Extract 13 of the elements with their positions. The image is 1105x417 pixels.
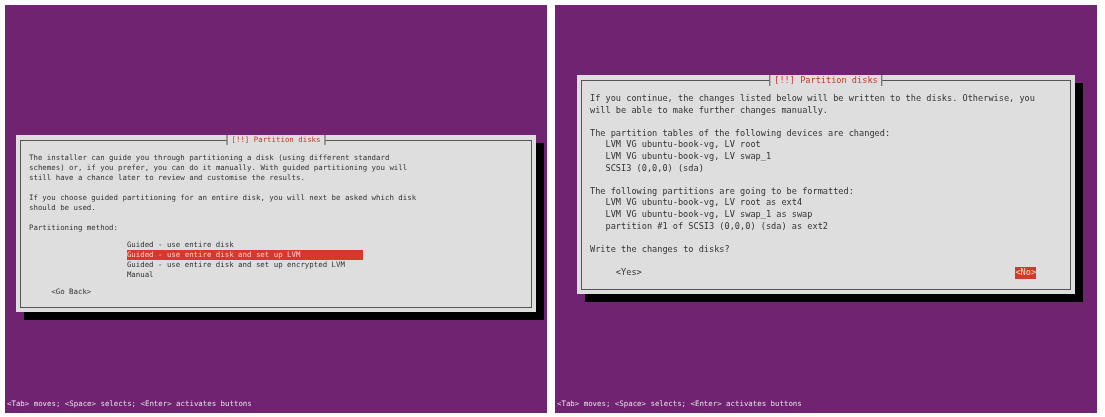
list-item: LVM VG ubuntu-book-vg, LV root [604, 139, 762, 151]
dialog-title: [!!] Partition disks [769, 74, 883, 87]
list-item: LVM VG ubuntu-book-vg, LV swap_1 [604, 151, 773, 163]
dialog-text: The following partitions are going to be formatted: [590, 185, 855, 198]
list-item: partition #1 of SCSI3 (0,0,0) (sda) as ext2 [604, 220, 829, 233]
dialog-button[interactable]: <No> [1015, 266, 1037, 279]
dialog-text: The partition tables of the following devices are changed: [590, 127, 892, 140]
list-item: LVM VG ubuntu-book-vg, LV root as ext4 [604, 197, 804, 209]
list-item: SCSI3 (0,0,0) (sda) [604, 162, 705, 175]
dialog-button[interactable]: <Yes> [615, 266, 642, 279]
dialog-text: If you continue, the changes listed below will be written to the disks. Otherwise, you will be able to make further changes manually. [590, 93, 1036, 117]
dialog-text: Write the changes to disks? [590, 243, 731, 256]
list-item: LVM VG ubuntu-book-vg, LV swap_1 as swap [604, 208, 814, 221]
